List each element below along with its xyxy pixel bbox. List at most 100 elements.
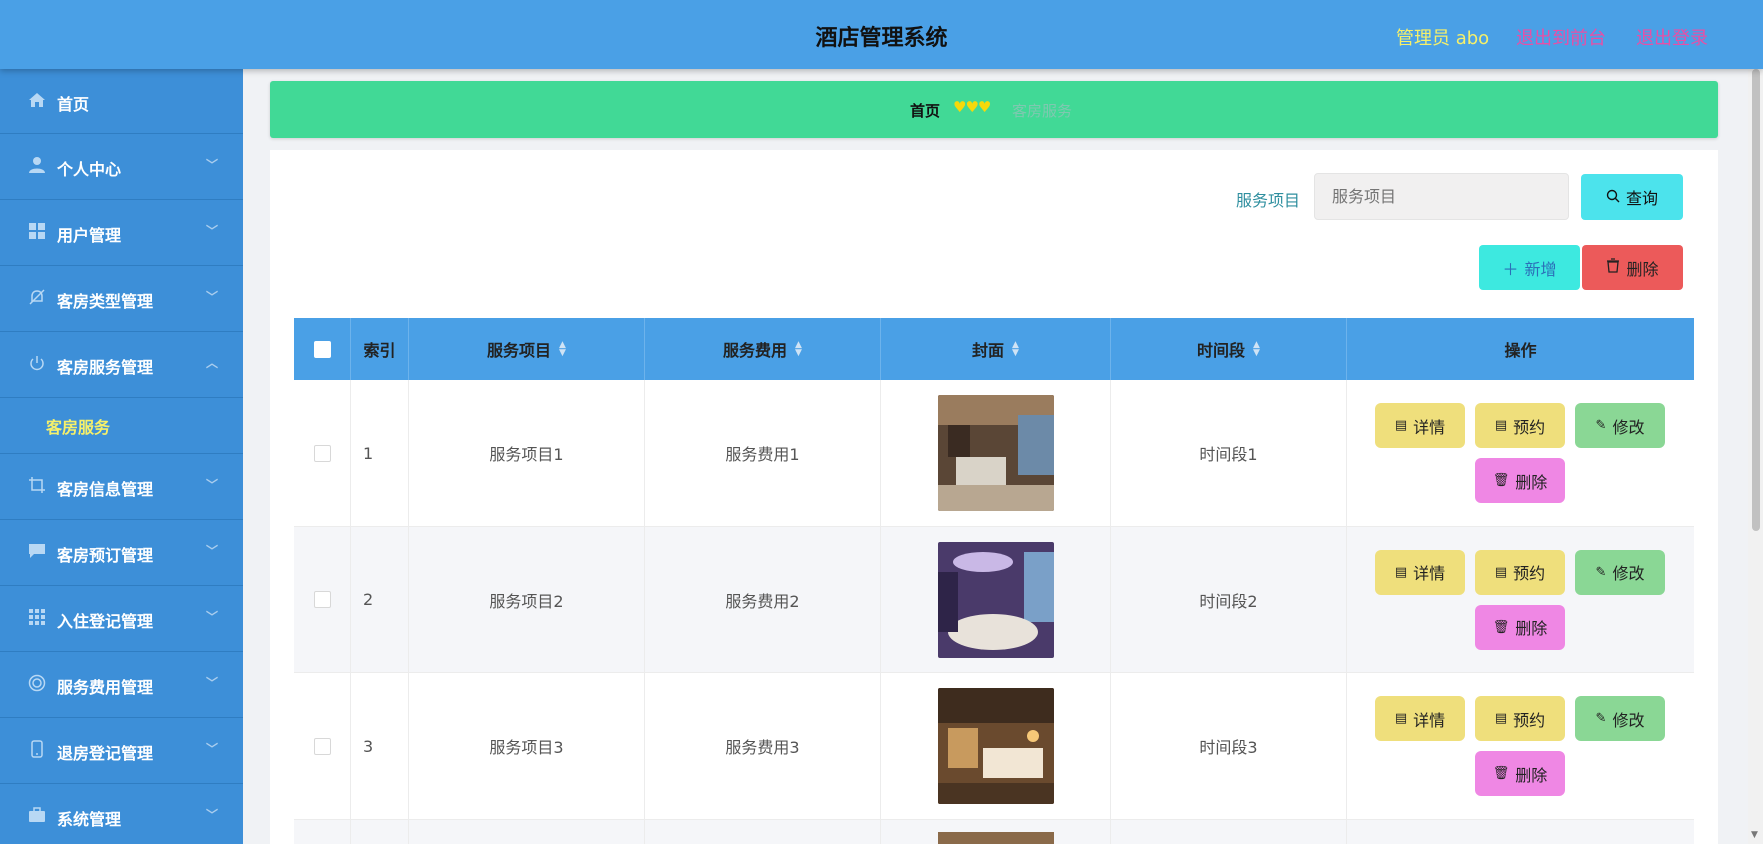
cover-cell bbox=[881, 526, 1111, 673]
delete-button[interactable]: 🗑 删除 bbox=[1475, 458, 1565, 503]
sort-icon[interactable]: ▲ ▼ bbox=[559, 341, 566, 358]
phone-icon bbox=[28, 740, 46, 758]
book-label: 预约 bbox=[1513, 417, 1546, 437]
column-header-fee[interactable]: 服务费用 ▲ ▼ bbox=[645, 318, 881, 380]
sidebar-item-label: 入住登记管理 bbox=[57, 612, 154, 631]
trash-icon: 🗑 bbox=[1492, 766, 1510, 781]
sidebar-item-service-fees[interactable]: 服务费用管理 ﹀ bbox=[0, 652, 243, 718]
sidebar-item-room-types[interactable]: 客房类型管理 ﹀ bbox=[0, 266, 243, 332]
sidebar-item-system[interactable]: 系统管理 ﹀ bbox=[0, 784, 243, 844]
batch-delete-button[interactable]: 删除 bbox=[1582, 245, 1683, 290]
scroll-down-arrow-icon[interactable]: ▼ bbox=[1751, 830, 1758, 840]
fee-cell: 服务费用3 bbox=[645, 673, 881, 819]
detail-button[interactable]: ▤ 详情 bbox=[1375, 403, 1465, 448]
sidebar-subitem-room-service[interactable]: 客房服务 bbox=[0, 398, 243, 454]
sidebar-item-room-info[interactable]: 客房信息管理 ﹀ bbox=[0, 454, 243, 520]
room-cover-image[interactable] bbox=[937, 541, 1054, 658]
pencil-icon: ✎ bbox=[1595, 564, 1607, 580]
delete-label: 删除 bbox=[1515, 765, 1548, 785]
sidebar-item-label: 退房登记管理 bbox=[57, 744, 154, 763]
sidebar-item-room-booking[interactable]: 客房预订管理 ﹀ bbox=[0, 520, 243, 586]
select-all-checkbox[interactable] bbox=[313, 340, 331, 358]
sort-icon[interactable]: ▲ ▼ bbox=[795, 341, 802, 358]
column-header-label: 操作 bbox=[1504, 341, 1537, 360]
target-icon bbox=[28, 674, 46, 692]
heart-separator-icon: ♥♥♥ bbox=[953, 98, 991, 116]
sidebar-item-room-service[interactable]: 客房服务管理 ︿ bbox=[0, 332, 243, 398]
query-button[interactable]: 查询 bbox=[1581, 174, 1683, 220]
row-checkbox[interactable] bbox=[313, 737, 331, 755]
book-button[interactable]: ▤ 预约 bbox=[1475, 696, 1565, 741]
column-header-item[interactable]: 服务项目 ▲ ▼ bbox=[409, 318, 645, 380]
room-cover-image[interactable] bbox=[937, 395, 1054, 511]
sidebar-item-label: 客房预订管理 bbox=[57, 546, 154, 565]
detail-button[interactable]: ▤ 详情 bbox=[1375, 696, 1465, 741]
sidebar-item-label: 个人中心 bbox=[57, 160, 122, 179]
sidebar-item-profile[interactable]: 个人中心 ﹀ bbox=[0, 134, 243, 200]
power-icon bbox=[28, 354, 46, 372]
breadcrumb-home[interactable]: 首页 bbox=[910, 100, 940, 121]
column-header-label: 封面 bbox=[972, 341, 1005, 360]
apps-icon bbox=[28, 608, 46, 626]
column-header-period[interactable]: 时间段 ▲ ▼ bbox=[1111, 318, 1347, 380]
sidebar-item-label: 客房类型管理 bbox=[57, 292, 154, 311]
detail-button[interactable]: ▤ 详情 bbox=[1375, 549, 1465, 595]
fee-cell: 服务费用1 bbox=[645, 380, 881, 526]
chevron-down-icon: ﹀ bbox=[206, 544, 219, 558]
room-cover-image[interactable] bbox=[937, 688, 1054, 804]
row-checkbox[interactable] bbox=[313, 591, 331, 608]
edit-button[interactable]: ✎ 修改 bbox=[1575, 403, 1665, 448]
delete-button[interactable]: 🗑 删除 bbox=[1475, 751, 1565, 796]
add-button[interactable]: ＋ 新增 bbox=[1479, 245, 1580, 290]
back-to-front-link[interactable]: 退出到前台 bbox=[1516, 24, 1606, 50]
book-button[interactable]: ▤ 预约 bbox=[1475, 549, 1565, 595]
sidebar-item-label: 服务费用管理 bbox=[57, 678, 154, 697]
bell-off-icon bbox=[28, 288, 46, 306]
column-header-label: 服务项目 bbox=[487, 341, 552, 360]
crop-icon bbox=[28, 476, 46, 494]
page-scrollbar[interactable]: ▼ bbox=[1748, 69, 1763, 844]
sort-icon[interactable]: ▲ ▼ bbox=[1012, 341, 1019, 358]
chevron-down-icon: ﹀ bbox=[206, 158, 219, 172]
fee-cell bbox=[645, 819, 881, 844]
sidebar-item-checkin[interactable]: 入住登记管理 ﹀ bbox=[0, 586, 243, 652]
table-row: 3 服务项目3 服务费用3 时间段3 ▤ 详情 ▤ 预约 ✎ 修改 🗑 删除 bbox=[294, 673, 1694, 820]
plus-icon: ＋ bbox=[1502, 259, 1519, 279]
document-icon: ▤ bbox=[1494, 418, 1508, 433]
row-checkbox[interactable] bbox=[313, 444, 331, 462]
table-row: 1 服务项目1 服务费用1 时间段1 ▤ 详情 ▤ 预约 ✎ 修改 🗑 删除 bbox=[294, 380, 1694, 527]
sort-icon[interactable]: ▲ ▼ bbox=[1253, 341, 1260, 358]
chevron-down-icon: ﹀ bbox=[206, 224, 219, 238]
column-header-cover[interactable]: 封面 ▲ ▼ bbox=[881, 318, 1111, 380]
scrollbar-thumb[interactable] bbox=[1752, 69, 1760, 531]
user-icon bbox=[28, 156, 46, 174]
trash-icon: 🗑 bbox=[1492, 473, 1510, 488]
book-button[interactable]: ▤ 预约 bbox=[1475, 403, 1565, 448]
sidebar-item-checkout[interactable]: 退房登记管理 ﹀ bbox=[0, 718, 243, 784]
detail-label: 详情 bbox=[1413, 564, 1446, 583]
search-input[interactable] bbox=[1314, 173, 1569, 220]
chevron-down-icon: ﹀ bbox=[206, 478, 219, 492]
period-cell bbox=[1111, 819, 1347, 844]
edit-label: 修改 bbox=[1612, 710, 1645, 730]
sidebar-item-home[interactable]: 首页 bbox=[0, 69, 243, 134]
room-cover-image[interactable] bbox=[937, 831, 1054, 844]
column-header-label: 时间段 bbox=[1197, 341, 1246, 360]
chat-icon bbox=[28, 542, 46, 560]
edit-button[interactable]: ✎ 修改 bbox=[1575, 696, 1665, 741]
breadcrumb: 首页 ♥♥♥ 客房服务 bbox=[270, 81, 1718, 138]
book-label: 预约 bbox=[1513, 564, 1546, 583]
edit-button[interactable]: ✎ 修改 bbox=[1575, 549, 1665, 595]
grid-icon bbox=[28, 222, 46, 240]
delete-button[interactable]: 🗑 删除 bbox=[1475, 604, 1565, 650]
sidebar-item-users[interactable]: 用户管理 ﹀ bbox=[0, 200, 243, 266]
breadcrumb-current: 客房服务 bbox=[1012, 102, 1073, 120]
document-icon: ▤ bbox=[1394, 418, 1408, 433]
query-button-label: 查询 bbox=[1625, 189, 1658, 208]
logout-link[interactable]: 退出登录 bbox=[1636, 24, 1708, 50]
index-cell bbox=[351, 819, 409, 844]
chevron-down-icon: ﹀ bbox=[206, 808, 219, 822]
select-all-cell bbox=[294, 318, 351, 380]
pencil-icon: ✎ bbox=[1595, 711, 1607, 726]
cover-cell bbox=[881, 380, 1111, 526]
